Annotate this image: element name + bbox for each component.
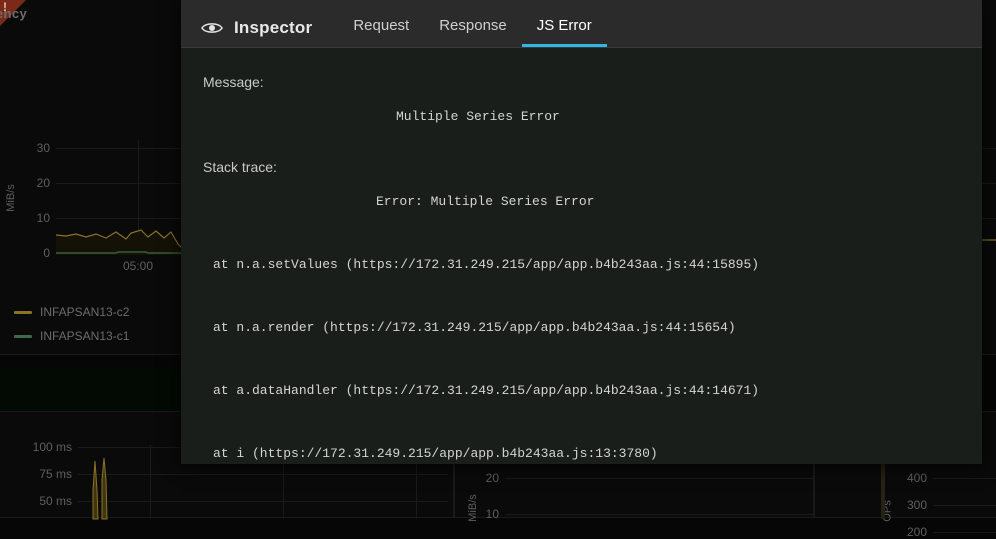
bottom-right-plot: 400 300 200 bbox=[933, 464, 996, 524]
stack-trace-title: Error: Multiple Series Error bbox=[203, 191, 960, 212]
gridline bbox=[933, 478, 996, 479]
gridline bbox=[933, 505, 996, 506]
modal-title-wrap: Inspector bbox=[201, 18, 312, 47]
y-tick-label: 300 bbox=[907, 498, 927, 512]
legend-label: INFAPSAN13-c2 bbox=[40, 305, 129, 319]
y-tick-label: 400 bbox=[907, 471, 927, 485]
stack-trace-line: at i (https://172.31.249.215/app/app.b4b… bbox=[213, 443, 960, 464]
gridline bbox=[933, 532, 996, 533]
legend-item[interactable]: INFAPSAN13-c2 bbox=[14, 300, 129, 324]
y-axis-label-throughput: MiB/s bbox=[5, 184, 17, 212]
inspector-modal: Inspector Request Response JS Error Mess… bbox=[181, 0, 982, 464]
y-tick-label: 30 bbox=[37, 141, 50, 155]
y-tick-label: 75 ms bbox=[39, 467, 72, 481]
y-tick-label: 10 bbox=[486, 507, 499, 521]
y-tick-label: 0 bbox=[43, 246, 50, 260]
y-axis-label-bottom-center: MiB/s bbox=[467, 494, 479, 522]
message-value: Multiple Series Error bbox=[203, 106, 960, 127]
eye-icon bbox=[201, 20, 223, 36]
bottom-center-plot: 20 10 bbox=[505, 464, 813, 524]
tab-response[interactable]: Response bbox=[424, 18, 522, 47]
modal-header: Inspector Request Response JS Error bbox=[181, 0, 982, 48]
legend-label: INFAPSAN13-c1 bbox=[40, 329, 129, 343]
y-tick-label: 10 bbox=[37, 211, 50, 225]
message-label: Message: bbox=[203, 74, 960, 90]
gridline bbox=[505, 478, 813, 479]
chart-legend: INFAPSAN13-c2 INFAPSAN13-c1 bbox=[14, 300, 129, 348]
tab-request[interactable]: Request bbox=[338, 18, 424, 47]
stack-trace-lines[interactable]: at n.a.setValues (https://172.31.249.215… bbox=[203, 212, 960, 464]
y-tick-label: 20 bbox=[486, 471, 499, 485]
modal-title: Inspector bbox=[234, 18, 312, 38]
legend-swatch-c1 bbox=[14, 335, 32, 338]
modal-body: Message: Multiple Series Error Stack tra… bbox=[181, 48, 982, 464]
x-tick-label: 05:00 bbox=[123, 259, 153, 273]
y-tick-label: 50 ms bbox=[39, 494, 72, 508]
stack-trace-line: at n.a.render (https://172.31.249.215/ap… bbox=[213, 317, 960, 338]
tab-js-error[interactable]: JS Error bbox=[522, 18, 607, 47]
gridline bbox=[505, 514, 813, 515]
legend-swatch-c2 bbox=[14, 311, 32, 314]
stack-trace-label: Stack trace: bbox=[203, 159, 960, 175]
stack-trace-line: at n.a.setValues (https://172.31.249.215… bbox=[213, 254, 960, 275]
y-tick-label: 100 ms bbox=[33, 440, 72, 454]
stack-trace-line: at a.dataHandler (https://172.31.249.215… bbox=[213, 380, 960, 401]
legend-item[interactable]: INFAPSAN13-c1 bbox=[14, 324, 129, 348]
y-tick-label: 20 bbox=[37, 176, 50, 190]
series-spikes-latency bbox=[93, 458, 107, 519]
y-tick-label: 200 bbox=[907, 525, 927, 539]
modal-tabs: Request Response JS Error bbox=[338, 18, 606, 47]
